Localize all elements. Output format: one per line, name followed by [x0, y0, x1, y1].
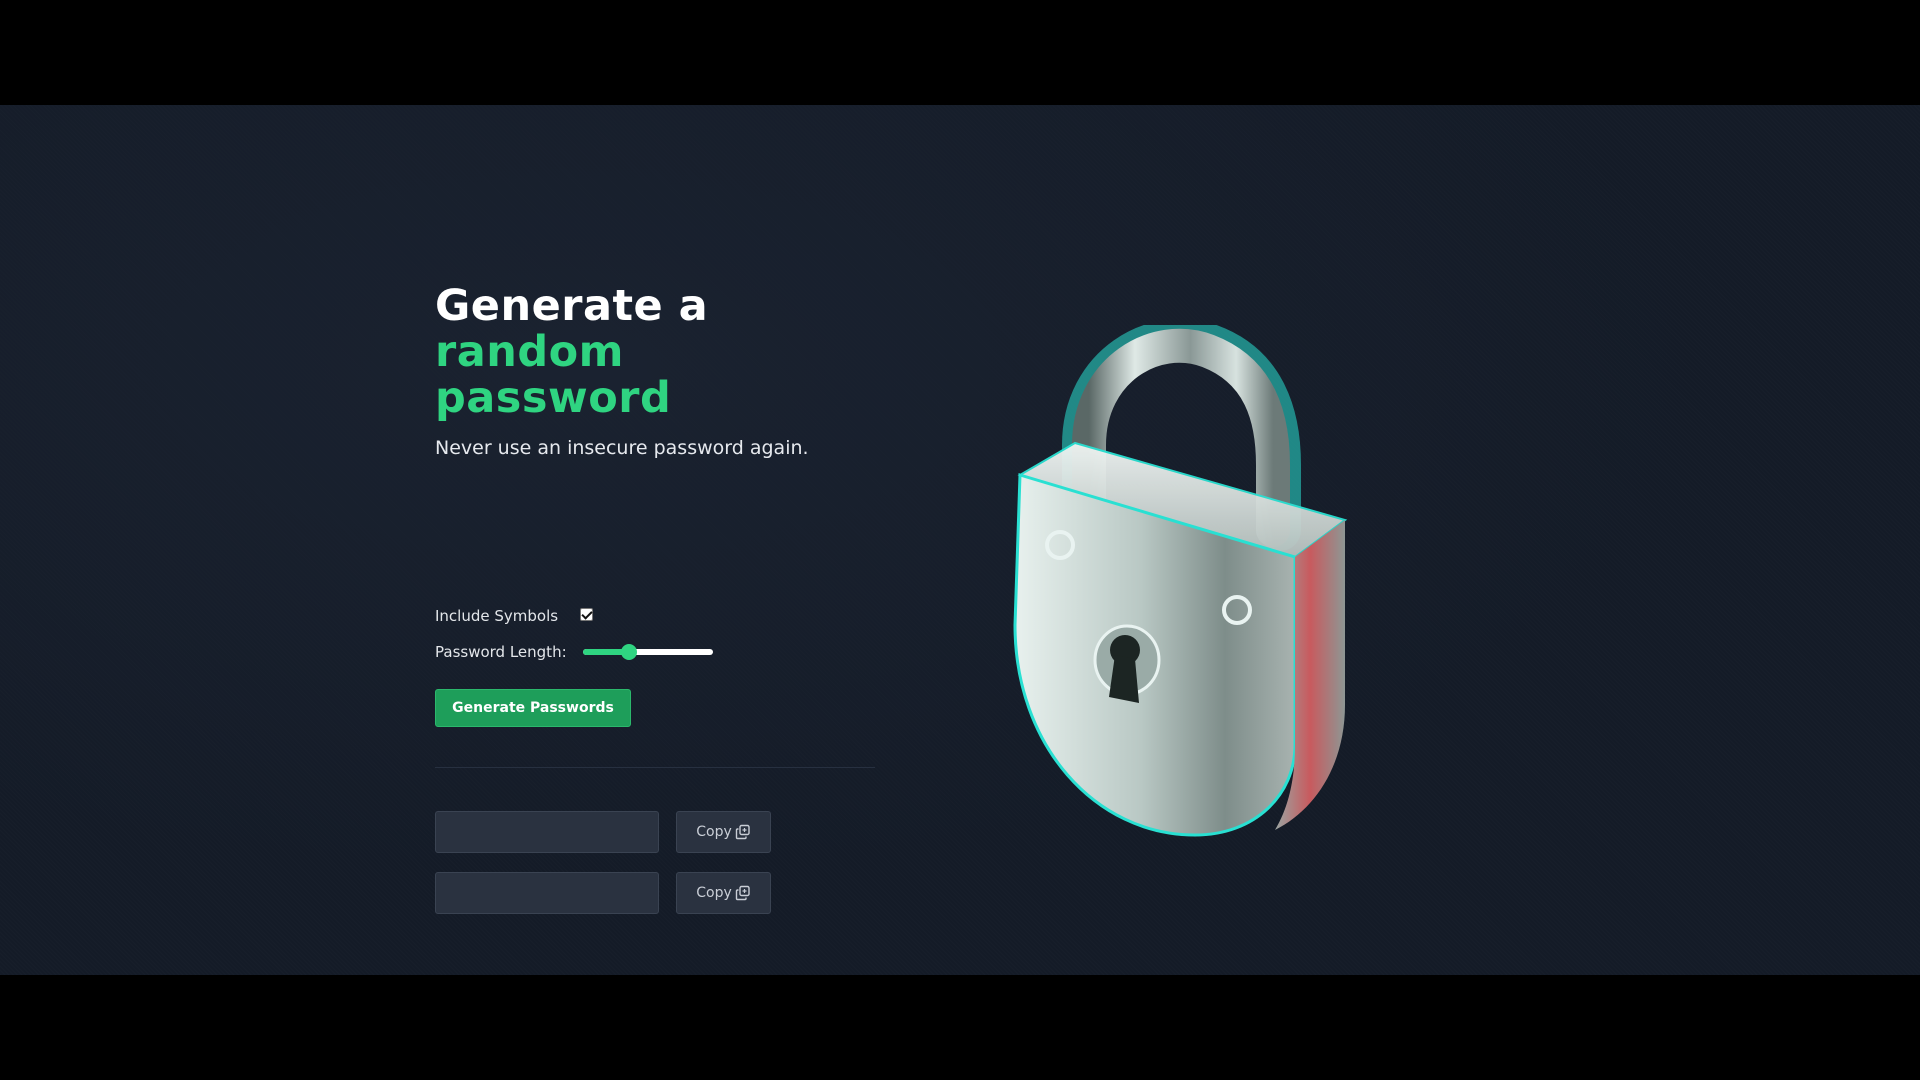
password-length-label: Password Length:: [435, 643, 567, 661]
title-line-1: Generate a: [435, 281, 709, 331]
include-symbols-row: Include Symbols: [435, 607, 594, 625]
padlock-illustration: [1013, 325, 1348, 837]
password-length-row: Password Length:: [435, 643, 713, 661]
generate-passwords-button[interactable]: Generate Passwords: [435, 689, 631, 727]
copy-label-1: Copy: [696, 824, 732, 840]
include-symbols-label: Include Symbols: [435, 607, 559, 625]
slider-thumb[interactable]: [621, 644, 638, 660]
checkmark-icon: [581, 607, 593, 620]
page-title: Generate a random password: [435, 283, 875, 421]
copy-icon: [735, 885, 750, 901]
app-stage: Generate a random password Never use an …: [0, 105, 1920, 975]
copy-label-2: Copy: [696, 885, 732, 901]
divider: [435, 767, 875, 768]
password-length-slider[interactable]: [582, 644, 713, 660]
copy-button-2[interactable]: Copy: [676, 872, 771, 914]
password-output-1[interactable]: [435, 811, 659, 853]
password-row-2: Copy: [435, 872, 771, 914]
password-row-1: Copy: [435, 811, 771, 853]
copy-icon: [735, 824, 750, 840]
include-symbols-checkbox[interactable]: [580, 607, 594, 621]
generator-panel: Generate a random password Never use an …: [435, 283, 875, 914]
password-output-2[interactable]: [435, 872, 659, 914]
copy-button-1[interactable]: Copy: [676, 811, 771, 853]
title-line-2: random password: [435, 327, 672, 423]
page-subtitle: Never use an insecure password again.: [435, 437, 809, 459]
